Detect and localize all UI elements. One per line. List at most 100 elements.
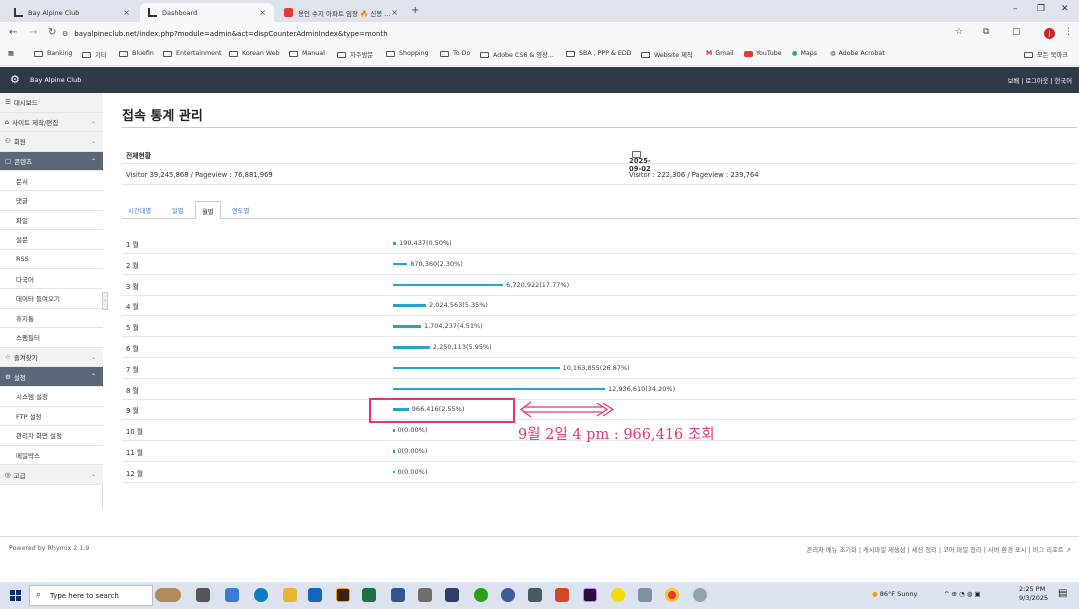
word-icon[interactable]	[391, 588, 405, 602]
bookmark-youtube[interactable]: YouTube	[744, 50, 782, 57]
back-icon[interactable]: ←	[9, 27, 17, 38]
bookmark-folder[interactable]: Website 제작	[641, 50, 693, 59]
site-name[interactable]: Bay Alpine Club	[30, 76, 81, 84]
bookmark-maps[interactable]: ● Maps	[792, 50, 817, 57]
app-icon[interactable]	[418, 588, 432, 602]
sidebar-item[interactable]: ◎ 고급 ⌄	[0, 465, 103, 485]
powerpoint-icon[interactable]	[555, 588, 569, 602]
bookmark-gmail[interactable]: M Gmail	[706, 50, 734, 57]
sidebar-item[interactable]: ⚇ 회원 ⌄	[0, 132, 103, 152]
new-tab-button[interactable]: +	[411, 5, 419, 16]
bookmark-folder[interactable]: 자주방문	[337, 50, 373, 59]
sidebar-item[interactable]: RSS	[0, 249, 103, 270]
all-bookmarks[interactable]: 모든 북마크	[1024, 50, 1068, 59]
browser-tab-youtube[interactable]: 용인 수지 아파트 임장 🔥 신봉 ... ×	[276, 3, 406, 22]
sidebar-item[interactable]: ☆ 즐겨찾기 ⌄	[0, 347, 103, 368]
bookmark-acrobat[interactable]: ◍ Adobe Acrobat	[830, 50, 885, 57]
illustrator-icon[interactable]	[336, 588, 350, 602]
date-label[interactable]: 2025-09-02	[629, 150, 651, 173]
sidebar-collapse-handle[interactable]: ‹	[102, 292, 108, 310]
reload-icon[interactable]: ↻	[48, 27, 56, 38]
windows-start-icon[interactable]	[10, 590, 21, 601]
sidebar-item[interactable]: 댓글	[0, 191, 103, 211]
sidebar-item[interactable]: 메일박스	[0, 445, 103, 466]
sidebar-item[interactable]: 문서	[0, 171, 103, 191]
bookmark-folder[interactable]: Banking	[34, 50, 73, 57]
sidebar-item[interactable]: 데이터 들여오기	[0, 289, 103, 309]
minimize-icon[interactable]: –	[1013, 4, 1018, 14]
app-icon[interactable]	[501, 588, 515, 602]
browser-tab-dashboard[interactable]: Dashboard ×	[140, 3, 274, 22]
close-tab-icon[interactable]: ×	[259, 8, 266, 17]
header-links[interactable]: 보배 | 로그아웃 | 한국어	[1008, 76, 1072, 85]
bookmark-folder[interactable]: 기타	[82, 50, 107, 59]
task-view-icon[interactable]	[196, 588, 210, 602]
copilot-icon[interactable]	[225, 588, 239, 602]
sidepanel-icon[interactable]: ▢	[1012, 27, 1021, 37]
url-field[interactable]: ⚙ bayalpineclub.net/index.php?module=adm…	[62, 25, 942, 43]
menu-icon[interactable]: ⋮	[1064, 27, 1073, 37]
file-explorer-icon[interactable]	[283, 588, 297, 602]
sidebar-item-label: 콘텐츠	[14, 158, 33, 167]
excel-icon[interactable]	[362, 588, 376, 602]
tab-period[interactable]: 일별	[166, 201, 190, 219]
bookmark-folder[interactable]: Shopping	[386, 50, 429, 57]
quickbooks-icon[interactable]	[474, 588, 488, 602]
kakaotalk-icon[interactable]	[611, 588, 625, 602]
sidebar-item[interactable]: 휴지통	[0, 308, 103, 329]
sidebar-item[interactable]: ▢ 콘텐츠 ⌃	[0, 151, 103, 172]
profile-avatar[interactable]: J	[1044, 28, 1055, 39]
chrome-icon[interactable]	[665, 588, 679, 602]
month-label: 8 월	[126, 386, 139, 395]
stat-bar	[393, 346, 430, 349]
apps-grid-icon[interactable]: ▦	[8, 50, 14, 57]
close-tab-icon[interactable]: ×	[391, 8, 398, 17]
sidebar-item[interactable]: 관리자 화면 설정	[0, 426, 103, 446]
external-link-icon: ↗	[1065, 547, 1071, 554]
bookmark-folder[interactable]: To Do	[440, 50, 470, 57]
bookmark-folder[interactable]: SBA , PPP & EDD	[566, 50, 632, 57]
tab-period[interactable]: 월별	[195, 201, 221, 219]
bookmark-star-icon[interactable]: ☆	[955, 27, 963, 37]
premiere-icon[interactable]	[583, 588, 597, 602]
sidebar-item[interactable]: ☰ 대시보드	[0, 93, 103, 113]
bookmark-folder[interactable]: Adobe CS6 & 영상...	[480, 50, 554, 59]
system-tray-icons[interactable]: ^ ⊕ ◔ ◍ ▣	[944, 590, 981, 598]
weather-widget[interactable]: ● 86°F Sunny	[872, 590, 917, 598]
sidebar-item[interactable]: ⌂ 사이트 제작/편집 ⌄	[0, 112, 103, 133]
app-icon[interactable]	[638, 588, 652, 602]
sidebar-item[interactable]: FTP 설정	[0, 406, 103, 427]
extensions-icon[interactable]: ⧉	[983, 27, 989, 37]
close-window-icon[interactable]: ✕	[1061, 4, 1069, 14]
sidebar-item[interactable]: 시스템 설정	[0, 387, 103, 407]
bookmark-folder[interactable]: Manual	[289, 50, 325, 57]
sidebar-item[interactable]: 스팸필터	[0, 328, 103, 348]
tab-period[interactable]: 시간대별	[122, 201, 157, 219]
sidebar-item[interactable]: 다국어	[0, 269, 103, 289]
bookmark-folder[interactable]: Entertainment	[163, 50, 221, 57]
notifications-icon[interactable]: ▤	[1058, 588, 1067, 599]
footer-links[interactable]: 관리자 메뉴 초기화 | 캐시파일 재생성 | 세션 정리 | 코어 파일 정리…	[807, 545, 1072, 554]
restore-icon[interactable]: ❐	[1037, 4, 1045, 14]
sidebar-item[interactable]: 설문	[0, 230, 103, 250]
outlook-icon[interactable]	[308, 588, 322, 602]
forward-icon[interactable]: →	[29, 27, 37, 38]
edge-icon[interactable]	[254, 588, 268, 602]
rhymix-logo-icon[interactable]: ⚙	[10, 73, 20, 86]
app-icon[interactable]	[445, 588, 459, 602]
bookmark-folder[interactable]: Korean Web	[229, 50, 280, 57]
sidebar-item[interactable]: ⚙ 설정 ⌃	[0, 367, 103, 387]
app-icon[interactable]	[693, 588, 707, 602]
close-tab-icon[interactable]: ×	[123, 8, 130, 17]
site-info-icon[interactable]: ⚙	[62, 30, 68, 38]
calculator-icon[interactable]	[528, 588, 542, 602]
browser-tab-strip: Bay Alpine Club × Dashboard × 용인 수지 아파트 …	[0, 0, 1079, 22]
bookmark-folder[interactable]: Bluefin	[119, 50, 154, 57]
taskbar-search-input[interactable]: ⌕ Type here to search	[29, 585, 153, 606]
browser-tab-bay-alpine[interactable]: Bay Alpine Club ×	[6, 3, 138, 22]
folder-icon	[337, 51, 346, 58]
sidebar-item[interactable]: 파일	[0, 210, 103, 231]
news-widget-icon[interactable]	[155, 588, 181, 602]
clock[interactable]: 2:25 PM 9/3/2025	[1019, 585, 1048, 603]
tab-period[interactable]: 연도별	[226, 201, 255, 219]
